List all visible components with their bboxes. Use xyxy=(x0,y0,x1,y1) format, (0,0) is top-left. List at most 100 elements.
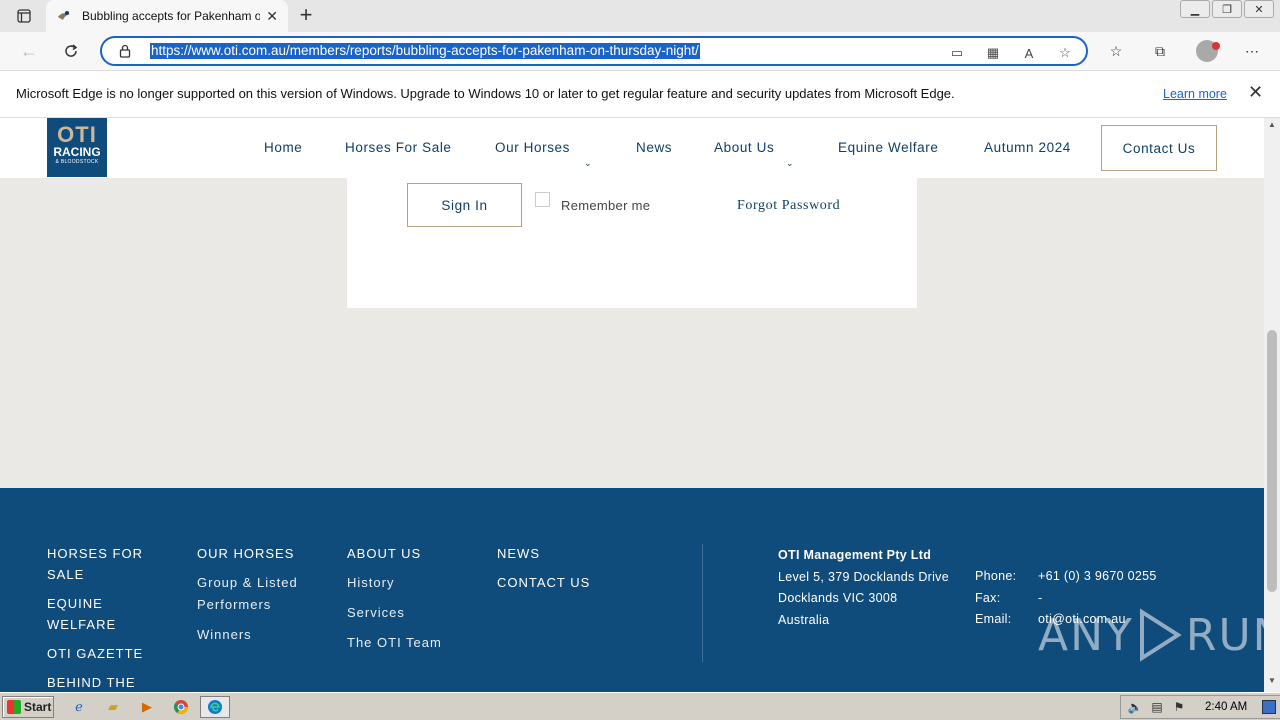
footer-col-4: NEWS CONTACT US xyxy=(497,543,627,601)
restore-icon[interactable]: ❐ xyxy=(1212,0,1242,18)
anyrun-watermark: ANY RUN xyxy=(1038,608,1264,662)
unsupported-infobar: Microsoft Edge is no longer supported on… xyxy=(0,70,1280,118)
infobar-message: Microsoft Edge is no longer supported on… xyxy=(16,86,955,101)
scroll-down-icon[interactable]: ▼ xyxy=(1264,676,1280,690)
footer-our-horses[interactable]: OUR HORSES xyxy=(197,543,327,564)
more-menu-icon[interactable]: ⋯ xyxy=(1242,41,1262,61)
footer-company-address: OTI Management Pty Ltd Level 5, 379 Dock… xyxy=(778,545,949,631)
footer-winners[interactable]: Winners xyxy=(197,624,327,646)
footer-horses-for-sale[interactable]: HORSES FOR SALE xyxy=(47,543,167,585)
back-arrow-icon[interactable]: ← xyxy=(18,40,40,62)
read-aloud-icon[interactable]: A xyxy=(1020,44,1038,62)
refresh-icon[interactable] xyxy=(60,40,82,62)
company-name: OTI Management Pty Ltd xyxy=(778,548,932,562)
edge-icon[interactable] xyxy=(200,696,230,718)
scroll-thumb[interactable] xyxy=(1267,330,1277,592)
sign-in-button[interactable]: Sign In xyxy=(407,183,522,227)
infobar-close-icon[interactable]: ✕ xyxy=(1248,83,1266,101)
footer-equine-welfare[interactable]: EQUINE WELFARE xyxy=(47,593,167,635)
footer-col-2: OUR HORSES Group & Listed Performers Win… xyxy=(197,543,327,654)
page-scrollbar[interactable]: ▲ ▼ xyxy=(1264,118,1280,692)
site-footer: HORSES FOR SALE EQUINE WELFARE OTI GAZET… xyxy=(0,488,1264,692)
login-form: Sign In Remember me Forgot Password xyxy=(347,178,917,308)
tab-close-icon[interactable]: ✕ xyxy=(266,8,278,25)
start-label: Start xyxy=(24,700,52,714)
nav-about-us[interactable]: About Us xyxy=(714,140,774,155)
tab-title: Bubbling accepts for Pakenham on Thursda… xyxy=(82,9,260,23)
minimize-icon[interactable]: ▁ xyxy=(1180,0,1210,18)
folder-icon[interactable]: ▰ xyxy=(102,697,124,717)
fax-label: Fax: xyxy=(975,590,1001,605)
immersive-reader-icon[interactable]: ▭ xyxy=(948,44,966,62)
lock-icon[interactable] xyxy=(118,44,132,58)
forgot-password-link[interactable]: Forgot Password xyxy=(737,198,840,214)
page-viewport: OTI RACING & BLOODSTOCK Home Horses For … xyxy=(0,118,1264,692)
logo-line1: OTI xyxy=(57,122,97,147)
nav-our-horses[interactable]: Our Horses xyxy=(495,140,570,155)
apps-icon[interactable]: ▦ xyxy=(984,44,1002,62)
phone-label: Phone: xyxy=(975,569,1017,583)
footer-about-us[interactable]: ABOUT US xyxy=(347,543,477,564)
footer-oti-team[interactable]: The OTI Team xyxy=(347,632,477,654)
company-address-line2: Docklands VIC 3008 xyxy=(778,591,898,605)
footer-news[interactable]: NEWS xyxy=(497,543,627,564)
browser-toolbar: ← https://www.oti.com.au/members/reports… xyxy=(0,32,1280,70)
footer-col-3: ABOUT US History Services The OTI Team xyxy=(347,543,477,662)
phone-value[interactable]: +61 (0) 3 9670 0255 xyxy=(1038,566,1157,588)
windows-flag-icon xyxy=(7,700,21,714)
window-close-icon[interactable]: ✕ xyxy=(1244,0,1274,18)
logo-line3: & BLOODSTOCK xyxy=(55,159,99,165)
ie-icon[interactable]: ℯ xyxy=(68,697,90,717)
play-icon xyxy=(1139,608,1182,662)
address-bar[interactable]: https://www.oti.com.au/members/reports/b… xyxy=(100,36,1088,66)
nav-home[interactable]: Home xyxy=(264,140,302,155)
logo-line2: RACING xyxy=(53,145,101,159)
footer-group-listed[interactable]: Group & Listed Performers xyxy=(197,572,327,616)
footer-divider xyxy=(702,544,703,662)
watermark-left: ANY xyxy=(1038,609,1134,661)
nav-autumn-2024[interactable]: Autumn 2024 xyxy=(984,140,1071,155)
learn-more-link[interactable]: Learn more xyxy=(1163,87,1227,101)
nav-news[interactable]: News xyxy=(636,140,672,155)
footer-col-1: HORSES FOR SALE EQUINE WELFARE OTI GAZET… xyxy=(47,543,167,692)
footer-services[interactable]: Services xyxy=(347,602,477,624)
network-icon[interactable]: ▤ xyxy=(1149,699,1165,715)
url-text[interactable]: https://www.oti.com.au/members/reports/b… xyxy=(150,43,700,59)
footer-behind-the[interactable]: BEHIND THE xyxy=(47,672,167,692)
footer-contact-us[interactable]: CONTACT US xyxy=(497,572,627,593)
footer-history[interactable]: History xyxy=(347,572,477,594)
windows-taskbar: Start ℯ ▰ ▶ 🔈 ▤ ⚑ 2:40 AM xyxy=(0,692,1280,720)
clock[interactable]: 2:40 AM xyxy=(1205,701,1247,713)
chevron-down-icon[interactable]: ⌄ xyxy=(584,158,592,169)
favorites-icon[interactable]: ☆ xyxy=(1106,41,1126,61)
chrome-icon[interactable] xyxy=(170,697,192,717)
email-label: Email: xyxy=(975,612,1012,626)
remember-me-checkbox[interactable] xyxy=(535,192,550,207)
site-header: OTI RACING & BLOODSTOCK Home Horses For … xyxy=(0,118,1264,178)
nav-equine-welfare[interactable]: Equine Welfare xyxy=(838,140,938,155)
volume-icon[interactable]: 🔈 xyxy=(1127,699,1143,715)
action-center-flag-icon[interactable]: ⚑ xyxy=(1171,699,1187,715)
site-favicon-icon xyxy=(56,8,72,24)
contact-us-button[interactable]: Contact Us xyxy=(1101,125,1217,171)
profile-avatar-icon[interactable] xyxy=(1196,40,1220,62)
add-favorite-icon[interactable]: ☆ xyxy=(1056,44,1074,62)
chevron-down-icon[interactable]: ⌄ xyxy=(786,158,794,169)
footer-oti-gazette[interactable]: OTI GAZETTE xyxy=(47,643,167,664)
new-tab-icon[interactable]: + xyxy=(294,4,318,28)
collections-icon[interactable]: ⧉ xyxy=(1150,41,1170,61)
fax-value: - xyxy=(1038,590,1043,605)
show-desktop-icon[interactable] xyxy=(1262,700,1276,714)
media-player-icon[interactable]: ▶ xyxy=(136,697,158,717)
nav-horses-for-sale[interactable]: Horses For Sale xyxy=(345,140,452,155)
oti-logo[interactable]: OTI RACING & BLOODSTOCK xyxy=(47,118,107,177)
browser-tab[interactable]: Bubbling accepts for Pakenham on Thursda… xyxy=(46,0,288,32)
system-tray: 🔈 ▤ ⚑ 2:40 AM xyxy=(1120,695,1280,719)
remember-me-label[interactable]: Remember me xyxy=(561,198,650,213)
company-country: Australia xyxy=(778,612,830,627)
tab-actions-icon[interactable] xyxy=(10,6,38,26)
scroll-up-icon[interactable]: ▲ xyxy=(1264,120,1280,134)
start-button[interactable]: Start xyxy=(2,696,54,718)
window-controls: ▁ ❐ ✕ xyxy=(1178,0,1274,18)
browser-titlebar: Bubbling accepts for Pakenham on Thursda… xyxy=(0,0,1280,32)
